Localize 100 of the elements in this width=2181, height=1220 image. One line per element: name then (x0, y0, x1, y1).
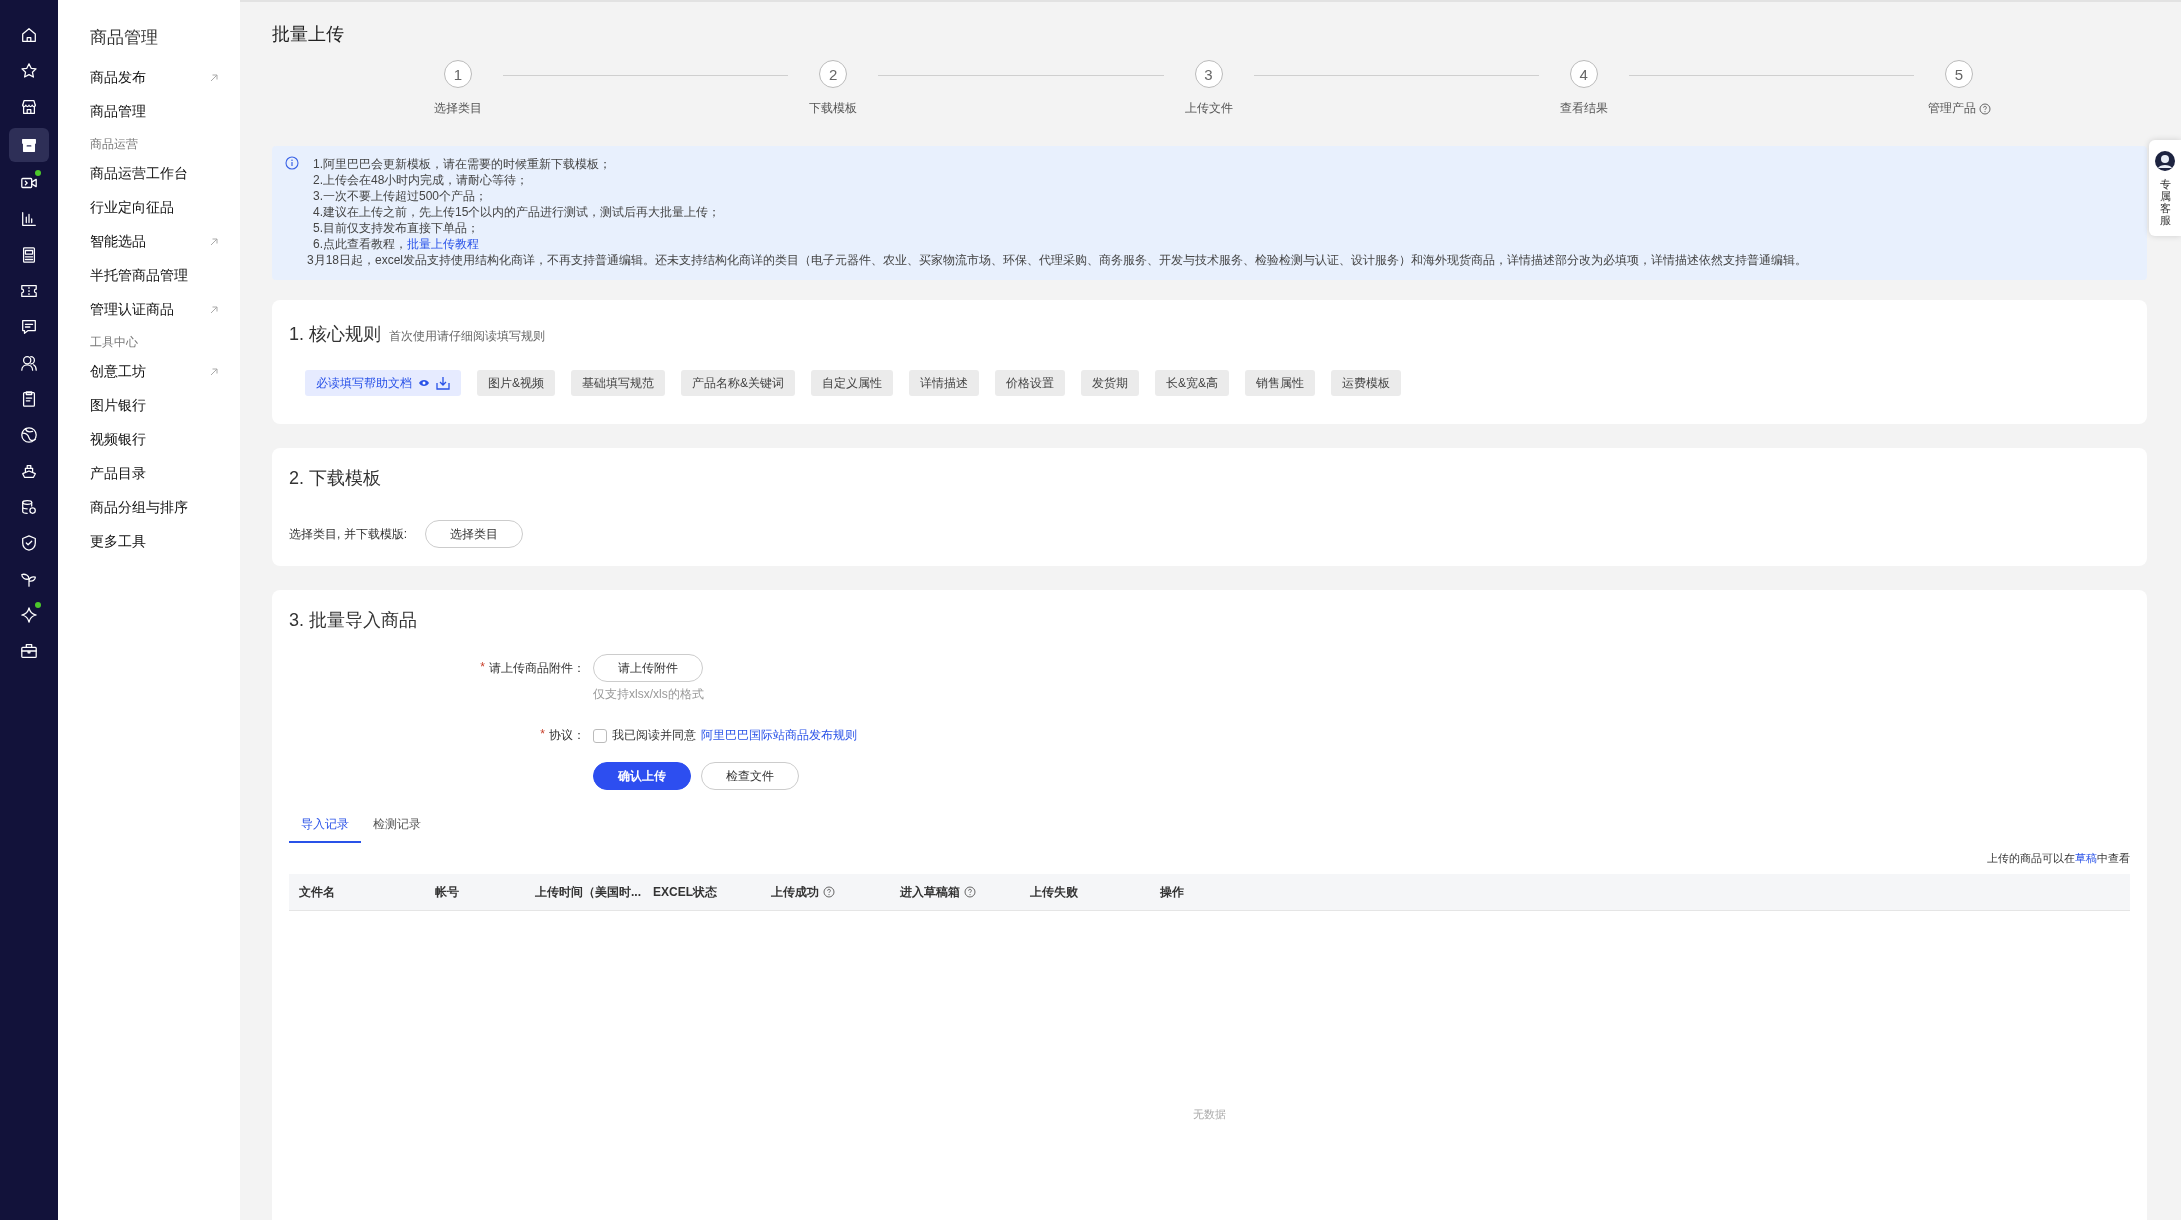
sidebar-item[interactable]: 智能选品 (90, 233, 146, 251)
home-icon (20, 26, 38, 44)
agreement-checkbox[interactable] (593, 728, 607, 743)
notice-text: 4.建议在上传之前，先上传15个以内的产品进行测试，测试后再大批量上传； (312, 204, 722, 220)
check-file-button[interactable]: 检查文件 (701, 762, 799, 790)
sidebar-item[interactable]: 商品管理 (90, 103, 146, 121)
agreement-text: 我已阅读并同意 (612, 727, 696, 744)
notice-text: 3.一次不要上传超过500个产品； (312, 188, 489, 204)
column-header: 上传失败 (1030, 883, 1078, 901)
rule-tag[interactable]: 自定义属性 (811, 370, 894, 396)
draft-link[interactable]: 草稿 (2075, 852, 2097, 864)
notification-dot (35, 170, 41, 176)
sidebar-title: 商品管理 (90, 27, 159, 49)
format-hint: 仅支持xlsx/xls的格式 (593, 686, 705, 703)
clipboard-icon (20, 390, 38, 408)
chat-icon (20, 318, 38, 336)
column-header: 帐号 (435, 883, 459, 901)
step-number: 1 (444, 60, 472, 88)
step-number: 4 (1569, 60, 1598, 88)
page-title: 批量上传 (272, 23, 345, 46)
column-header: EXCEL状态 (653, 883, 717, 901)
step-number: 2 (819, 60, 848, 88)
ad-document-icon (20, 246, 38, 264)
box-icon (20, 136, 38, 154)
section-title: 3. 批量导入商品 (289, 609, 418, 632)
step-number: 5 (1945, 60, 1973, 88)
info-icon (285, 156, 299, 170)
rule-tag[interactable]: 基础填写规范 (571, 370, 665, 396)
section-label: 工具中心 (90, 334, 139, 351)
briefcase-icon (20, 642, 38, 660)
column-header: 上传成功 (771, 883, 819, 901)
tab[interactable]: 导入记录 (289, 816, 361, 843)
users-icon (20, 354, 38, 372)
eye-icon (418, 378, 430, 388)
step-number: 3 (1194, 60, 1223, 88)
sidebar-item[interactable]: 商品分组与排序 (90, 499, 188, 517)
rules-link[interactable]: 阿里巴巴国际站商品发布规则 (701, 727, 857, 744)
help-icon (964, 886, 976, 898)
rule-tag[interactable]: 价格设置 (995, 370, 1066, 396)
customer-service-label[interactable]: 专属客服 (2159, 178, 2171, 227)
confirm-upload-button[interactable]: 确认上传 (593, 762, 691, 790)
help-icon (1978, 102, 1991, 115)
sidebar-item[interactable]: 视频银行 (90, 431, 146, 449)
column-header: 操作 (1160, 883, 1184, 901)
avatar-icon[interactable] (2154, 150, 2176, 172)
sidebar-item[interactable]: 行业定向征品 (90, 199, 174, 217)
shield-check-icon (20, 534, 38, 552)
help-icon (823, 886, 835, 898)
step-label: 管理产品 (1927, 100, 1976, 117)
notice-text: 5.目前仅支持发布直接下单品； (312, 220, 480, 236)
rule-tag[interactable]: 产品名称&关键词 (681, 370, 796, 396)
sidebar-item[interactable]: 更多工具 (90, 533, 146, 551)
nav-button[interactable] (9, 128, 49, 162)
sidebar-item[interactable]: 商品运营工作台 (90, 165, 188, 183)
upload-button[interactable]: 请上传附件 (593, 654, 703, 682)
tutorial-link[interactable]: 批量上传教程 (407, 236, 479, 252)
external-arrow-icon (210, 238, 218, 246)
sidebar-item[interactable]: 产品目录 (90, 465, 146, 483)
column-header: 进入草稿箱 (900, 883, 960, 901)
external-arrow-icon (210, 306, 218, 314)
notification-dot (35, 602, 41, 608)
external-arrow-icon (210, 74, 218, 82)
column-header: 文件名 (299, 883, 335, 901)
sidebar-item[interactable]: 商品发布 (90, 69, 146, 87)
external-arrow-icon (210, 368, 218, 376)
coins-icon (20, 498, 38, 516)
sparkle-icon (20, 606, 38, 624)
step-label: 上传文件 (1184, 100, 1233, 117)
rule-tag[interactable]: 发货期 (1081, 370, 1140, 396)
select-category-button[interactable]: 选择类目 (425, 520, 523, 548)
section-subtitle: 首次使用请仔细阅读填写规则 (389, 328, 545, 345)
step-label: 查看结果 (1559, 100, 1608, 117)
ticket-icon (20, 282, 38, 300)
sidebar-item[interactable]: 管理认证商品 (90, 301, 174, 319)
sidebar-item[interactable]: 图片银行 (90, 397, 146, 415)
rule-tag[interactable]: 必读填写帮助文档 (305, 370, 461, 396)
section-title: 1. 核心规则 (289, 323, 381, 346)
bar-chart-icon (20, 210, 38, 228)
rule-tag[interactable]: 运费模板 (1331, 370, 1402, 396)
notice-text: 6.点此查看教程， (313, 236, 407, 252)
section-label: 商品运营 (90, 136, 139, 153)
sidebar-item[interactable]: 创意工坊 (90, 363, 146, 381)
rule-tag[interactable]: 图片&视频 (477, 370, 555, 396)
star-icon (20, 62, 38, 80)
tab[interactable]: 检测记录 (361, 816, 433, 843)
field-label: 选择类目, 并下载模版: (289, 525, 407, 543)
globe-icon (20, 426, 38, 444)
step-label: 选择类目 (434, 100, 482, 117)
field-label: 请上传商品附件： (489, 659, 585, 677)
rule-tag[interactable]: 详情描述 (909, 370, 980, 396)
rule-tag[interactable]: 长&宽&高 (1155, 370, 1230, 396)
notice-text: 3月18日起，excel发品支持使用结构化商详，不再支持普通编辑。还未支持结构化商详的类目（电子元器件、农业、买家物流市场、环保、代理采购、商务服务、开发与技术服务、检验检测与认证、设计服务）和海外现货商品，详情描述部分改为必填项，详情描述依然支持普通编辑。 (307, 252, 1808, 268)
rule-tag[interactable]: 销售属性 (1245, 370, 1316, 396)
ship-icon (20, 462, 38, 480)
required-mark: * (540, 727, 545, 743)
column-header: 上传时间（美国时... (535, 883, 641, 901)
draft-note: 上传的商品可以在草稿中查看 (1987, 851, 2130, 866)
sidebar-item[interactable]: 半托管商品管理 (90, 267, 188, 285)
required-mark: * (480, 659, 485, 676)
section-title: 2. 下载模板 (289, 467, 382, 490)
